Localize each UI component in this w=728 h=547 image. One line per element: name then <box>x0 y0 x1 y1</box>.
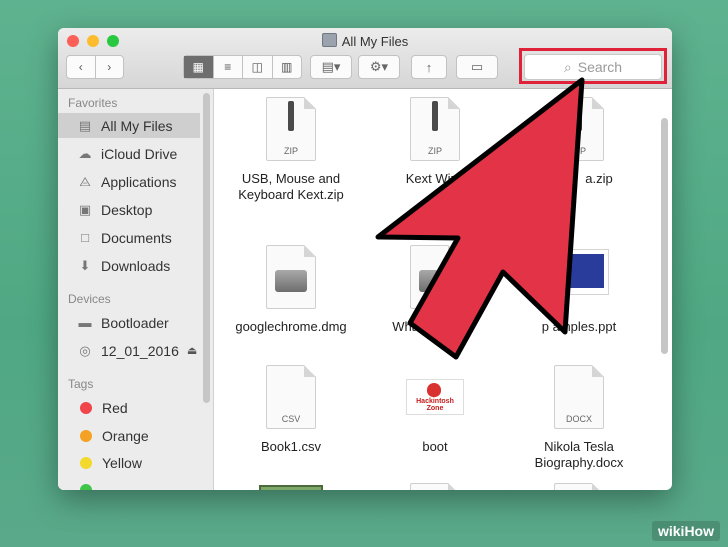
list-view-button[interactable]: ≡ <box>214 56 243 78</box>
eject-icon[interactable]: ⏏ <box>187 344 197 357</box>
tags-header: Tags <box>68 377 94 391</box>
action-button[interactable]: ⚙▾ <box>358 55 400 79</box>
content-scrollbar[interactable] <box>661 118 668 354</box>
sidebar-item-desktop[interactable]: ▣ Desktop <box>58 197 200 222</box>
sidebar-item-applications[interactable]: ⨺ Applications <box>58 169 200 194</box>
sidebar-item-downloads[interactable]: ⬇ Downloads <box>58 253 200 278</box>
sidebar-item-12-01-2016[interactable]: ◎ 12_01_2016 ⏏ <box>58 338 200 363</box>
wiki-thumbnail: wiki <box>259 485 323 490</box>
nav-buttons: ‹ › <box>66 55 124 79</box>
file-item[interactable]: p amples.ppt <box>520 245 638 335</box>
arrange-icon: ▤▾ <box>321 59 341 74</box>
grid-icon: ▦ <box>192 60 204 74</box>
wikihow-watermark: wikiHow <box>651 521 720 541</box>
cloud-icon: ☁ <box>78 145 92 161</box>
file-grid: ZIP USB, Mouse and Keyboard Kext.zip ZIP… <box>214 89 672 490</box>
ppt-thumbnail <box>549 249 609 295</box>
favorites-header: Favorites <box>68 96 118 110</box>
downloads-icon: ⬇ <box>79 257 91 273</box>
share-button[interactable]: ↑ <box>411 55 447 79</box>
file-item[interactable]: DOCX Nikola Tesla Biography.docx <box>520 365 638 471</box>
red-tag-dot <box>80 401 92 414</box>
file-item[interactable]: ZIP USB, Mouse and Keyboard Kext.zip <box>232 97 350 203</box>
file-item[interactable]: wiki <box>232 485 350 490</box>
sidebar-item-bootloader[interactable]: ▬ Bootloader <box>58 310 200 335</box>
disk-image-icon <box>410 245 460 309</box>
sidebar: Favorites ▤ All My Files ☁ iCloud Drive ⨺ A… <box>58 89 214 490</box>
file-item[interactable] <box>376 483 494 490</box>
share-icon: ↑ <box>425 59 433 75</box>
desktop-icon: ▣ <box>78 201 92 217</box>
text-file-icon <box>554 483 604 490</box>
icon-view-button[interactable]: ▦ <box>184 56 214 78</box>
yellow-tag-dot <box>80 456 92 469</box>
chevron-right-icon: › <box>107 60 112 74</box>
zip-file-icon: ZIP <box>410 97 460 161</box>
zip-file-icon: ZIP <box>266 97 316 161</box>
view-switcher: ▦ ≡ ◫ ▥ <box>183 55 302 79</box>
arrange-button[interactable]: ▤▾ <box>310 55 352 79</box>
file-item[interactable]: ZIP a.zip <box>520 97 638 187</box>
window-title: All My Files <box>58 33 672 49</box>
documents-icon: □ <box>81 230 89 245</box>
sidebar-scrollbar[interactable] <box>203 93 210 403</box>
file-item[interactable]: googlechrome.dmg <box>232 245 350 335</box>
file-item[interactable]: WhatsA <box>376 245 494 335</box>
docx-file-icon: DOCX <box>554 365 604 429</box>
devices-header: Devices <box>68 292 111 306</box>
back-button[interactable]: ‹ <box>67 56 96 78</box>
disk-image-icon <box>266 245 316 309</box>
text-file-icon <box>410 483 460 490</box>
file-item[interactable]: CSV Book1.csv <box>232 365 350 455</box>
coverflow-icon: ▥ <box>281 60 293 74</box>
tags-button[interactable]: ▭ <box>456 55 498 79</box>
apple-logo-icon <box>427 383 441 397</box>
disk-icon: ▬ <box>78 315 92 330</box>
sidebar-item-icloud-drive[interactable]: ☁ iCloud Drive <box>58 141 200 166</box>
coverflow-view-button[interactable]: ▥ <box>273 56 302 78</box>
sidebar-tag-yellow[interactable]: Yellow <box>58 450 200 475</box>
file-item[interactable]: Hackintosh Zone boot <box>376 365 494 455</box>
file-item[interactable]: ZIP Kext Wiza <box>376 97 494 187</box>
folder-icon <box>321 33 337 47</box>
sidebar-tag-green[interactable] <box>58 477 200 490</box>
sidebar-tag-orange[interactable]: Orange <box>58 423 200 448</box>
green-tag-dot <box>80 483 92 490</box>
columns-icon: ◫ <box>251 60 263 74</box>
title-bar: All My Files ‹ › ▦ ≡ ◫ ▥ ▤▾ ⚙▾ ↑ ▭ ⌕ Sea… <box>58 28 672 89</box>
tag-icon: ▭ <box>470 59 484 74</box>
boot-thumbnail: Hackintosh Zone <box>406 379 464 415</box>
zip-file-icon: ZIP <box>554 97 604 161</box>
sidebar-item-documents[interactable]: □ Documents <box>58 225 200 250</box>
gear-icon: ⚙▾ <box>369 59 389 74</box>
finder-window: All My Files ‹ › ▦ ≡ ◫ ▥ ▤▾ ⚙▾ ↑ ▭ ⌕ Sea… <box>58 28 672 490</box>
dvd-icon: ◎ <box>79 342 91 358</box>
list-icon: ≡ <box>224 60 232 74</box>
file-item[interactable] <box>520 483 638 490</box>
sidebar-item-all-my-files[interactable]: ▤ All My Files <box>58 113 200 138</box>
csv-file-icon: CSV <box>266 365 316 429</box>
sidebar-tag-red[interactable]: Red <box>58 395 200 420</box>
applications-icon: ⨺ <box>79 173 91 189</box>
chevron-left-icon: ‹ <box>78 60 83 74</box>
forward-button[interactable]: › <box>96 56 124 78</box>
orange-tag-dot <box>80 429 92 442</box>
all-files-icon: ▤ <box>78 117 92 133</box>
search-highlight-box <box>519 48 667 84</box>
column-view-button[interactable]: ◫ <box>243 56 273 78</box>
